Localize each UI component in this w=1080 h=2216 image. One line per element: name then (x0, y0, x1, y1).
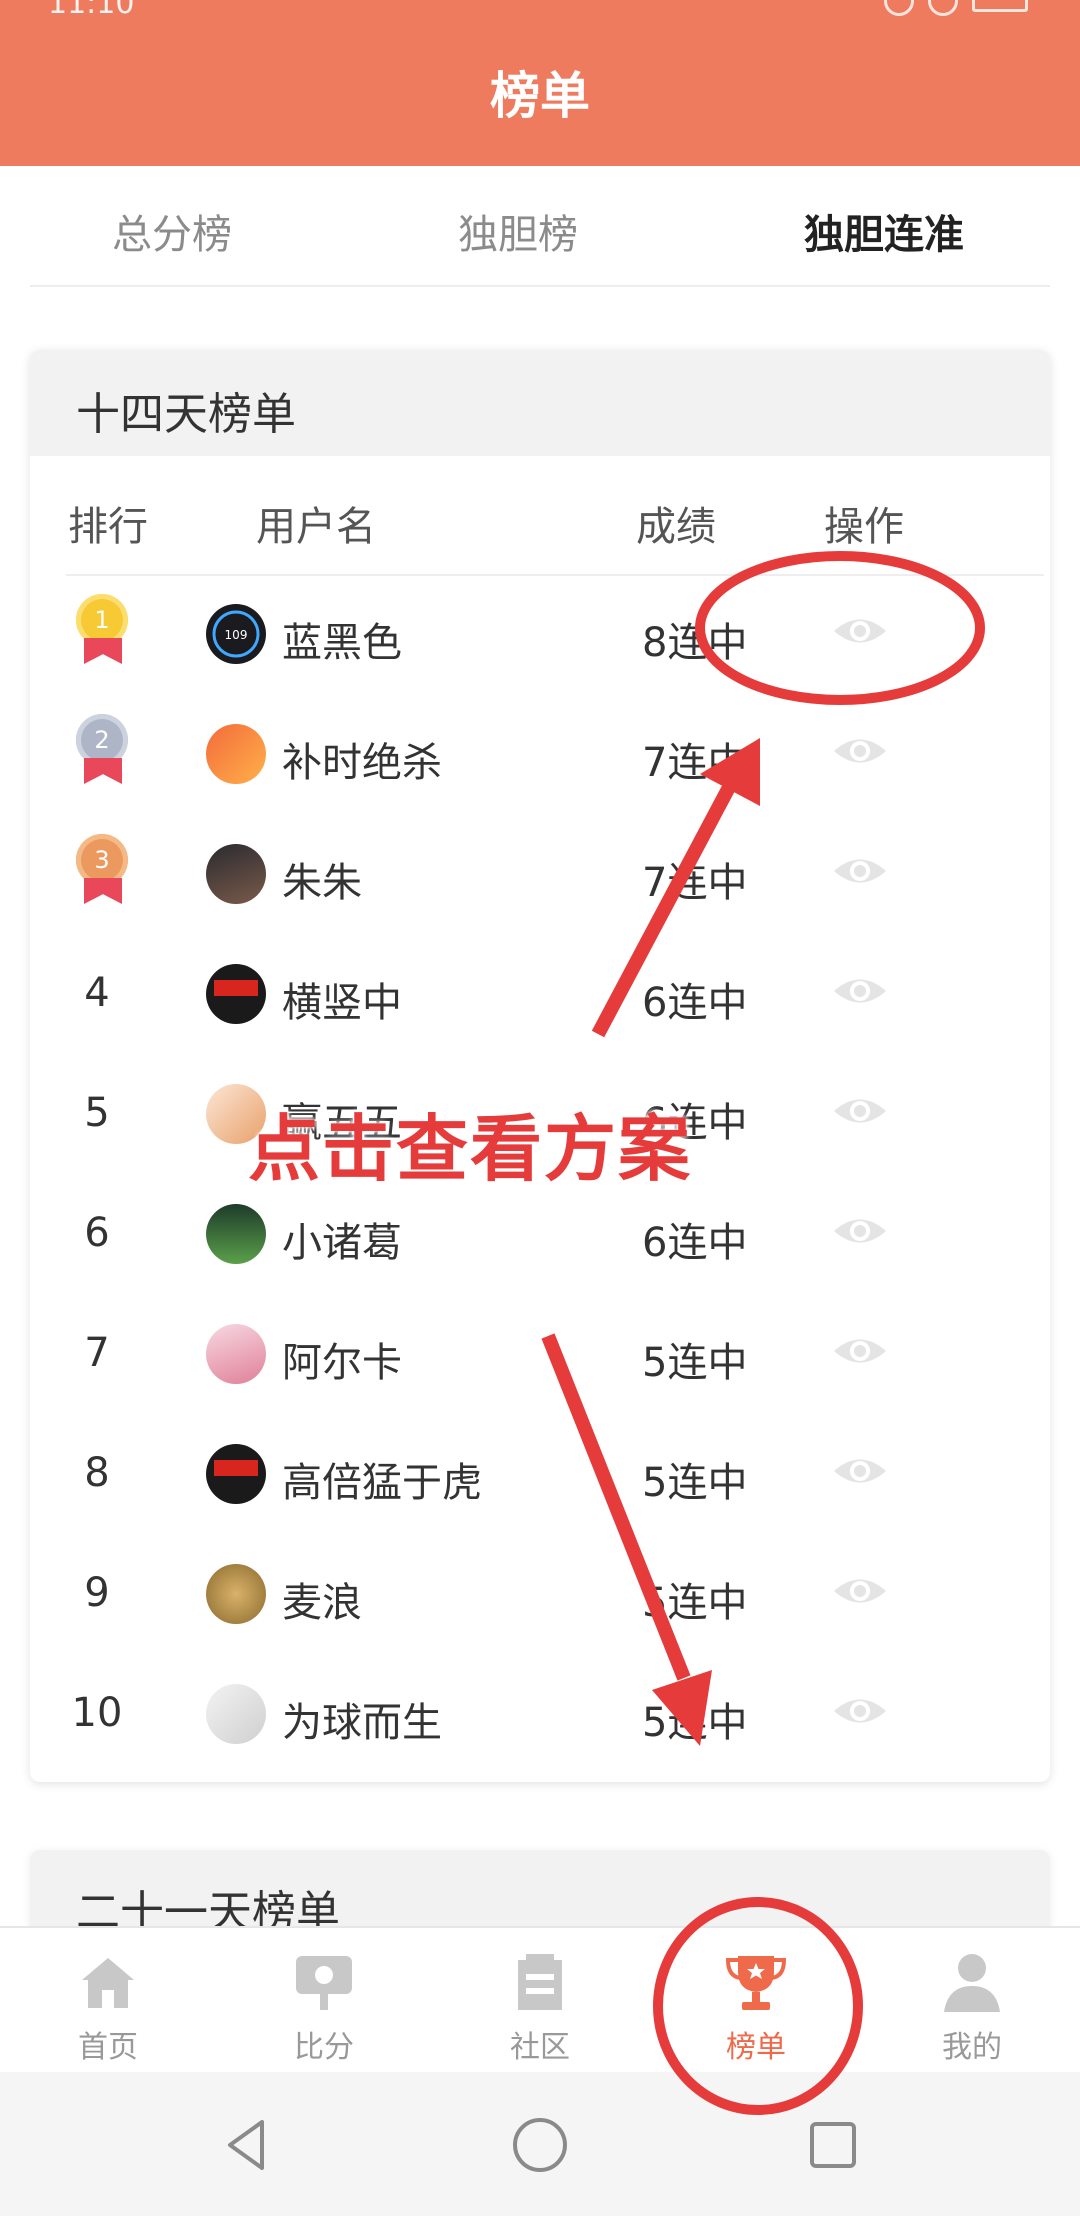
username[interactable]: 小诸葛 (282, 1210, 402, 1268)
view-plan-eye-icon[interactable] (830, 846, 890, 896)
username[interactable]: 横竖中 (282, 970, 402, 1028)
column-score: 成绩 (636, 504, 716, 550)
avatar (206, 1204, 266, 1264)
score: 5连中 (642, 1460, 748, 1506)
card-header: 十四天榜单 (30, 350, 1050, 456)
avatar (206, 1684, 266, 1744)
nav-label: 社区 (510, 2030, 570, 2065)
score: 6连中 (642, 980, 748, 1026)
score: 6连中 (642, 1220, 748, 1266)
community-icon (518, 1954, 562, 2010)
score: 7连中 (642, 740, 748, 786)
username[interactable]: 蓝黑色 (282, 610, 402, 668)
home-circle-icon[interactable] (505, 2110, 575, 2180)
rank-number: 6 (84, 1210, 110, 1256)
nav-label: 比分 (294, 2030, 354, 2065)
nav-home[interactable]: 首页 (0, 1928, 216, 2074)
score: 5连中 (642, 1580, 748, 1626)
view-plan-eye-icon[interactable] (830, 1446, 890, 1496)
username[interactable]: 朱朱 (282, 850, 362, 908)
username[interactable]: 阿尔卡 (282, 1330, 402, 1388)
avatar (206, 1564, 266, 1624)
table-row: 10 为球而生 5连中 (30, 1660, 1050, 1780)
table-row: 1 109 蓝黑色 8连中 (30, 580, 1050, 700)
username[interactable]: 麦浪 (282, 1570, 362, 1628)
view-plan-eye-icon[interactable] (830, 1686, 890, 1736)
svg-text:109: 109 (225, 628, 248, 642)
tab-total-score[interactable]: 总分榜 (112, 202, 232, 260)
app-header: 11:10 榜单 (0, 0, 1080, 166)
username[interactable]: 高倍猛于虎 (282, 1450, 482, 1508)
annotation-text: 点击查看方案 (248, 1107, 693, 1191)
username[interactable]: 为球而生 (282, 1690, 442, 1748)
card-title: 十四天榜单 (76, 389, 296, 440)
nav-label: 榜单 (726, 2030, 786, 2065)
silver-medal-icon: 2 (76, 714, 132, 788)
column-action: 操作 (824, 504, 904, 550)
avatar (206, 1444, 266, 1504)
status-icons (884, 0, 1028, 16)
avatar (206, 1324, 266, 1384)
nav-label: 首页 (78, 2030, 138, 2065)
column-rank: 排行 (68, 504, 148, 550)
rank-number: 8 (84, 1450, 110, 1496)
nav-label: 我的 (942, 2030, 1002, 2065)
leaderboard-card-14-days: 十四天榜单 排行 用户名 成绩 操作 1 109 蓝黑色 8连中 2 补时绝杀 … (30, 350, 1050, 1782)
nav-leaderboard[interactable]: 榜单 (648, 1928, 864, 2074)
nav-profile[interactable]: 我的 (864, 1928, 1080, 2074)
page-title: 榜单 (490, 67, 590, 125)
username[interactable]: 补时绝杀 (282, 730, 442, 788)
bottom-nav: 首页 比分 社区 榜单 我的 (0, 1926, 1080, 2074)
tab-single-pick-streak[interactable]: 独胆连准 (804, 202, 964, 260)
view-plan-eye-icon[interactable] (830, 1566, 890, 1616)
avatar (206, 964, 266, 1024)
system-nav-bar (0, 2072, 1080, 2216)
view-plan-eye-icon[interactable] (830, 1326, 890, 1376)
score: 5连中 (642, 1340, 748, 1386)
avatar (206, 724, 266, 784)
battery-icon (972, 0, 1028, 12)
rank-number: 4 (84, 970, 110, 1016)
clock-icon (928, 0, 958, 16)
alarm-icon (884, 0, 914, 16)
recent-apps-icon[interactable] (798, 2110, 868, 2180)
home-icon (82, 1958, 134, 2008)
tab-divider (30, 285, 1050, 287)
gold-medal-icon: 1 (76, 594, 132, 668)
rank-number: 5 (84, 1090, 110, 1136)
table-row: 3 朱朱 7连中 (30, 820, 1050, 940)
table-row: 7 阿尔卡 5连中 (30, 1300, 1050, 1420)
avatar: 109 (206, 604, 266, 664)
rank-number: 10 (71, 1690, 123, 1736)
table-row: 9 麦浪 5连中 (30, 1540, 1050, 1660)
score-icon (296, 1956, 352, 2010)
table-row: 8 高倍猛于虎 5连中 (30, 1420, 1050, 1540)
table-row: 2 补时绝杀 7连中 (30, 700, 1050, 820)
trophy-icon (725, 1956, 787, 2010)
nav-community[interactable]: 社区 (432, 1928, 648, 2074)
score: 7连中 (642, 860, 748, 906)
view-plan-eye-icon[interactable] (830, 1086, 890, 1136)
view-plan-eye-icon[interactable] (830, 726, 890, 776)
table-row: 6 小诸葛 6连中 (30, 1180, 1050, 1300)
rank-number: 7 (84, 1330, 110, 1376)
status-time: 11:10 (48, 0, 135, 21)
rank-number: 9 (84, 1570, 110, 1616)
column-username: 用户名 (256, 504, 376, 550)
score: 5连中 (642, 1700, 748, 1746)
view-plan-eye-icon[interactable] (830, 966, 890, 1016)
tab-single-pick[interactable]: 独胆榜 (458, 202, 578, 260)
score: 8连中 (642, 620, 748, 666)
profile-icon (944, 1954, 1000, 2012)
tab-bar: 总分榜 独胆榜 独胆连准 (0, 166, 1080, 286)
view-plan-eye-icon[interactable] (830, 1206, 890, 1256)
table-header-divider (66, 574, 1044, 576)
view-plan-eye-icon[interactable] (830, 606, 890, 656)
back-icon[interactable] (212, 2110, 282, 2180)
avatar (206, 844, 266, 904)
table-row: 4 横竖中 6连中 (30, 940, 1050, 1060)
bronze-medal-icon: 3 (76, 834, 132, 908)
nav-score[interactable]: 比分 (216, 1928, 432, 2074)
